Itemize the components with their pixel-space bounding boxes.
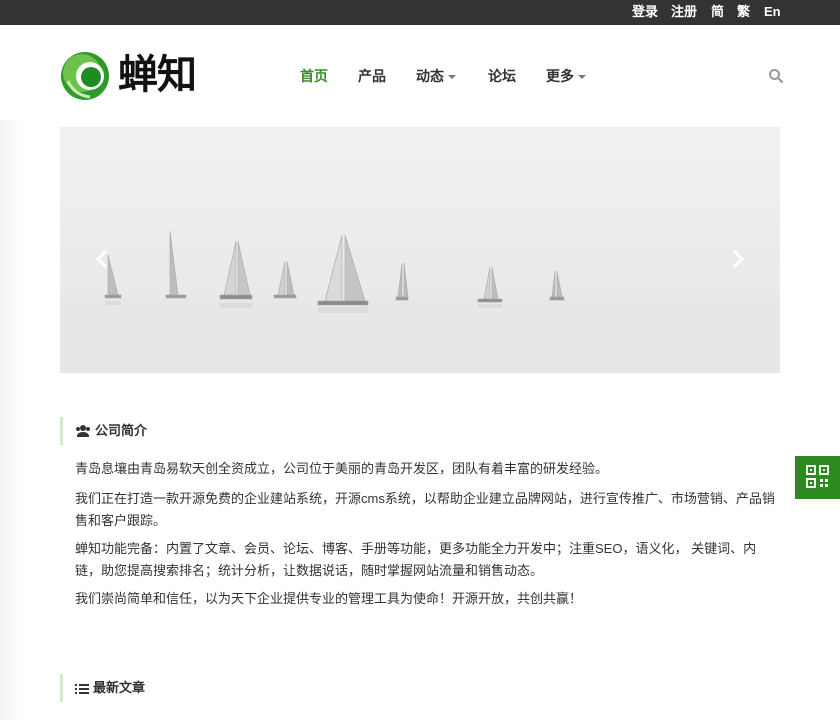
page-edge-shadow xyxy=(0,120,20,720)
intro-paragraph: 蝉知功能完备：内置了文章、会员、论坛、博客、手册等功能，更多功能全力开发中；注重… xyxy=(75,541,757,578)
nav-home[interactable]: 首页 xyxy=(300,67,328,85)
brand-name[interactable]: 蝉知 xyxy=(118,51,197,99)
logo-icon[interactable] xyxy=(60,51,110,101)
nav-forum-label: 论坛 xyxy=(488,68,516,84)
chevron-right-icon[interactable] xyxy=(728,247,748,271)
intro-paragraph: 我们正在打造一款开源免费的企业建站系统，开源cms系统，以帮助企业建立品牌网站，… xyxy=(75,491,775,528)
intro-paragraph: 青岛息壤由青岛易软天创全资成立，公司位于美丽的青岛开发区，团队有着丰富的研发经验… xyxy=(75,461,609,476)
register-link[interactable]: 注册 xyxy=(671,4,697,20)
nav-forum[interactable]: 论坛 xyxy=(488,67,516,85)
nav-more[interactable]: 更多 xyxy=(546,67,586,85)
nav-news[interactable]: 动态 xyxy=(416,67,456,85)
lang-english-link[interactable]: En xyxy=(764,4,781,20)
nav-products-label: 产品 xyxy=(358,68,386,84)
chevron-left-icon[interactable] xyxy=(92,247,112,271)
lang-traditional-link[interactable]: 繁 xyxy=(737,4,750,20)
nav-products[interactable]: 产品 xyxy=(358,67,386,85)
search-icon[interactable] xyxy=(768,68,784,84)
intro-heading: 公司简介 xyxy=(60,417,147,445)
site-header: 蝉知 首页 产品 动态 论坛 更多 xyxy=(0,25,840,127)
banner-image xyxy=(60,127,780,373)
banner-carousel[interactable] xyxy=(60,127,780,373)
caret-down-icon xyxy=(578,75,586,80)
top-bar: 登录 注册 简 繁 En xyxy=(0,0,840,25)
nav-more-label: 更多 xyxy=(546,68,574,84)
qrcode-button[interactable] xyxy=(795,456,840,499)
latest-heading: 最新文章 xyxy=(60,674,145,702)
latest-title: 最新文章 xyxy=(93,680,146,695)
lang-simplified-link[interactable]: 简 xyxy=(711,4,724,20)
list-icon xyxy=(75,684,89,694)
intro-title: 公司简介 xyxy=(95,423,148,438)
users-icon xyxy=(76,425,90,437)
login-link[interactable]: 登录 xyxy=(632,4,658,20)
caret-down-icon xyxy=(448,75,456,80)
qrcode-icon xyxy=(806,465,829,488)
nav-news-label: 动态 xyxy=(416,68,444,84)
intro-paragraph: 我们崇尚简单和信任，以为天下企业提供专业的管理工具为使命！开源开放，共创共赢！ xyxy=(75,591,583,606)
nav-home-label: 首页 xyxy=(300,68,328,84)
